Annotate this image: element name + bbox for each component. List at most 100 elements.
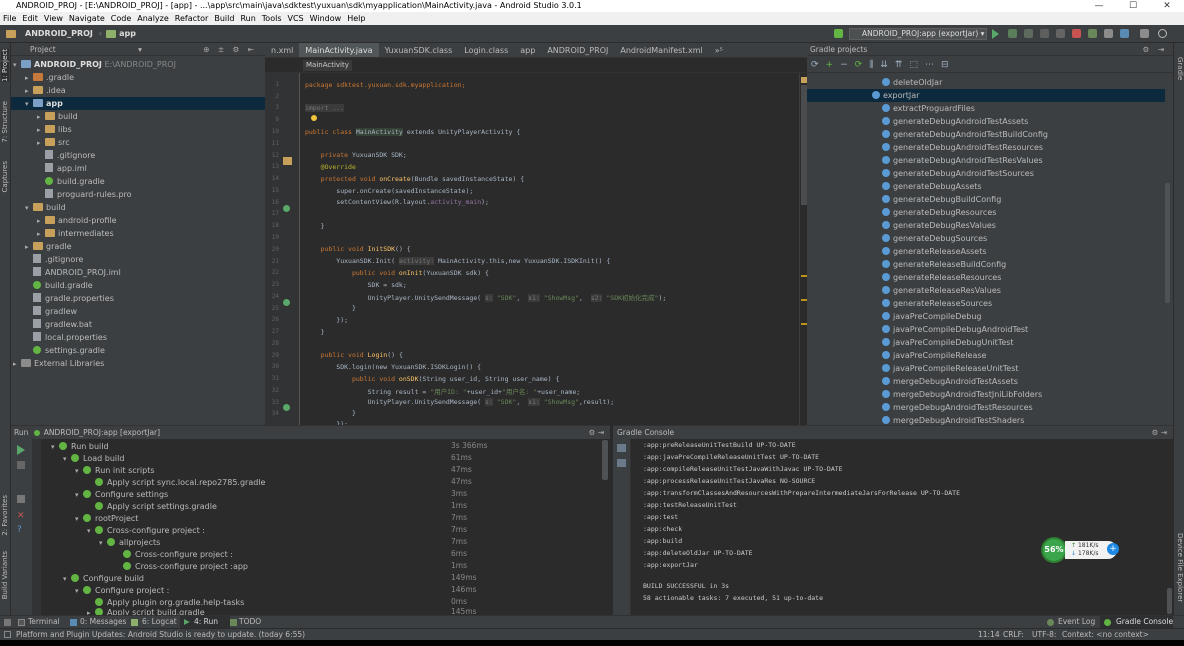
override-gutter-icon[interactable] [283,205,290,212]
tab-android-proj[interactable]: ANDROID_PROJ [541,43,614,57]
class-gutter-icon[interactable] [283,157,292,165]
build-step[interactable]: Apply script sync.local.repo2785.gradle [95,477,265,489]
sync-gradle-icon[interactable] [1088,29,1097,38]
gradle-task[interactable]: generateDebugResources [882,206,996,219]
tab-captures[interactable]: Captures [1,161,9,192]
menu-code[interactable]: Code [108,12,134,25]
tree-item[interactable]: gradlew.bat [33,318,92,331]
tree-item[interactable]: gradle.properties [33,292,114,305]
gradle-task[interactable]: generateDebugAndroidTestBuildConfig [882,128,1048,141]
tree-item[interactable]: settings.gradle [33,344,105,357]
gradle-toolbar[interactable]: ⟳+−⟳⫼⇊⇈⬚⋯⊟ [807,57,1173,73]
gradle-task[interactable]: generateReleaseBuildConfig [882,258,1006,271]
close-icon[interactable]: ✕ [17,511,25,521]
wrap-icon[interactable] [617,444,626,452]
gradle-task[interactable]: javaPreCompileRelease [882,349,986,362]
gradle-task[interactable]: generateDebugResValues [882,219,996,232]
gradle-task[interactable]: javaPreCompileDebugAndroidTest [882,323,1028,336]
tab-event-log[interactable]: Event Log [1058,616,1095,628]
tab-run[interactable]: 4: Run [194,616,218,628]
stop-icon[interactable] [17,461,25,469]
gradle-task[interactable]: generateReleaseSources [882,297,992,310]
build-step[interactable]: Apply script settings.gradle [95,501,217,513]
run-config-select[interactable]: ANDROID_PROJ:app (exportJar) ▾ [849,28,987,40]
help-icon[interactable]: ? [17,525,22,535]
build-step[interactable]: ▾ Cross-configure project : [87,525,205,537]
profile-icon[interactable] [1040,29,1049,38]
tab-gradle-console[interactable]: Gradle Console [1116,616,1173,628]
build-step[interactable]: ▾ allprojects [99,537,160,549]
settings-icon[interactable]: ⚙ ⇥ [1143,43,1167,56]
tree-item[interactable]: .gitignore [45,149,95,162]
breadcrumb-class[interactable]: MainActivity [303,60,352,71]
override-gutter-icon[interactable] [283,299,290,306]
menu-refactor[interactable]: Refactor [172,12,212,25]
gradle-task[interactable]: generateDebugAssets [882,180,982,193]
tab-layout-xml[interactable]: n.xml [265,43,299,57]
settings-icon[interactable]: ⚙ ⇥ [589,426,604,439]
tree-item[interactable]: ANDROID_PROJ.iml [33,266,121,279]
android-icon[interactable] [1140,29,1149,38]
avd-manager-icon[interactable] [1104,29,1113,38]
gradle-task[interactable]: generateDebugAndroidTestResources [882,141,1043,154]
menu-edit[interactable]: Edit [19,12,41,25]
coverage-icon[interactable] [1056,29,1065,38]
breadcrumb-project[interactable]: ANDROID_PROJ [19,29,99,38]
tab-todo[interactable]: TODO [239,616,261,628]
tab-terminal[interactable]: Terminal [28,616,60,628]
menu-tools[interactable]: Tools [259,12,285,25]
tree-item[interactable]: build.gradle [45,175,105,188]
menu-vcs[interactable]: VCS [285,12,307,25]
tab-favorites[interactable]: 2: Favorites [1,495,9,536]
editor-scrollbar[interactable] [799,73,807,425]
gradle-task[interactable]: generateReleaseAssets [882,245,987,258]
pin-icon[interactable] [17,495,25,503]
menu-view[interactable]: View [41,12,66,25]
tree-item[interactable]: ▸ intermediates [37,227,114,240]
menu-file[interactable]: File [0,12,19,25]
tab-app[interactable]: app [514,43,541,57]
run-scrollbar[interactable] [602,440,608,480]
gradle-task[interactable]: javaPreCompileDebug [882,310,982,323]
gradle-task[interactable]: generateReleaseResValues [882,284,1001,297]
tab-login[interactable]: Login.class [458,43,514,57]
panel-actions-icon[interactable]: ⊕ ± ⚙ ⇤ [203,43,257,56]
settings-icon[interactable]: ⚙ ⇥ [1152,426,1167,439]
run-icon[interactable] [992,29,999,39]
run-config-tab[interactable]: ANDROID_PROJ:app [exportJar] [44,428,160,437]
clear-icon[interactable] [617,459,626,467]
tab-project[interactable]: 1: Project [1,49,9,82]
minimize-icon[interactable]: — [1082,0,1116,12]
tree-item[interactable]: app.iml [45,162,87,175]
tab-yuxuansdk[interactable]: YuxuanSDK.class [379,43,459,57]
gradle-task[interactable]: javaPreCompileReleaseUnitTest [882,362,1019,375]
gradle-task[interactable]: mergeDebugAndroidTestJniLibFolders [882,388,1042,401]
gradle-task[interactable]: generateDebugBuildConfig [882,193,1001,206]
tab-structure[interactable]: 7: Structure [1,101,9,143]
menu-navigate[interactable]: Navigate [66,12,108,25]
tab-gradle[interactable]: Gradle [1176,57,1184,80]
tree-item[interactable]: ▸ build [37,110,78,123]
tab-more[interactable]: »⁵ [709,43,729,57]
tree-item[interactable]: ▸ .gradle [25,71,74,84]
gradle-task[interactable]: mergeDebugAndroidTestResources [882,401,1033,414]
maximize-icon[interactable]: ☐ [1116,0,1150,12]
tree-item-app[interactable]: ▾ app [11,97,265,110]
tree-item[interactable]: ▸ gradle [25,240,72,253]
menu-run[interactable]: Run [237,12,258,25]
tab-logcat[interactable]: 6: Logcat [142,616,177,628]
tree-item[interactable]: .gitignore [33,253,83,266]
build-step[interactable]: ▾ rootProject [75,513,138,525]
build-step[interactable]: ▾ Run init scripts [75,465,155,477]
gradle-task-selected[interactable]: exportJar [807,89,1165,102]
gradle-task[interactable]: generateDebugAndroidTestSources [882,167,1034,180]
status-toggle-icon[interactable] [4,631,11,638]
gradle-task[interactable]: generateDebugSources [882,232,987,245]
plus-icon[interactable]: + [1107,543,1119,555]
build-step[interactable]: Cross-configure project :app [123,561,248,573]
toggle-tool-windows-icon[interactable] [4,619,11,626]
menu-help[interactable]: Help [344,12,368,25]
gradle-task[interactable]: generateDebugAndroidTestResValues [882,154,1043,167]
build-step[interactable]: ▾ Configure settings [75,489,168,501]
tab-build-variants[interactable]: Build Variants [1,551,9,599]
